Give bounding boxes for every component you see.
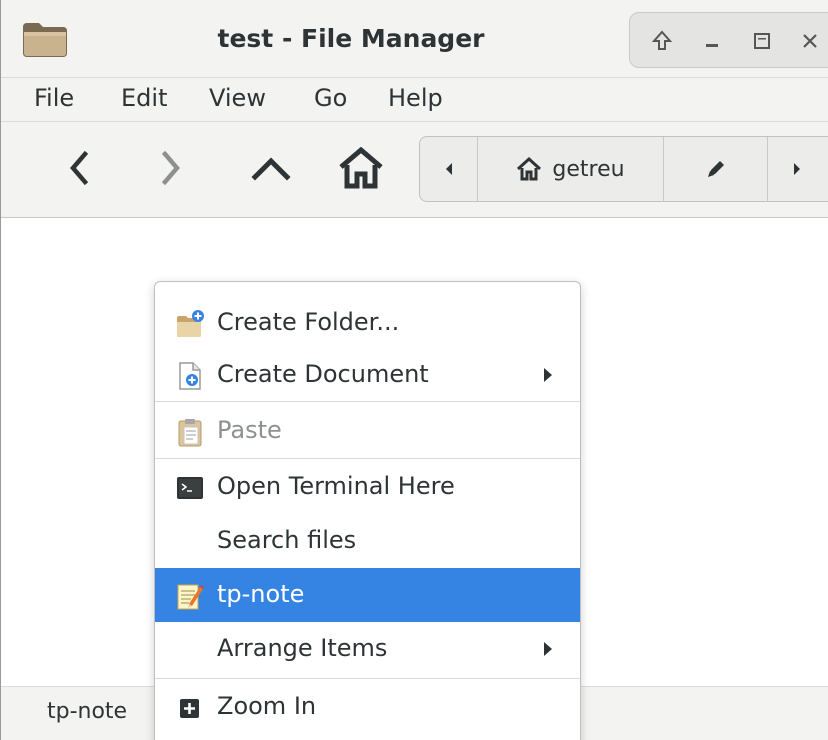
menu-file[interactable]: File (34, 84, 74, 112)
menu-item-paste[interactable]: Paste (155, 404, 580, 458)
pencil-icon (707, 161, 724, 177)
parent-folder-button[interactable] (241, 138, 301, 198)
menu-item-search-files[interactable]: Search files (155, 514, 580, 568)
menu-item-label: Create Folder... (217, 308, 400, 336)
tp-note-icon (175, 581, 205, 611)
triangle-right-icon (794, 163, 800, 175)
back-arrow-icon (70, 150, 89, 186)
menu-item-tp-note[interactable]: tp-note (155, 568, 580, 622)
path-bar: getreu (419, 136, 828, 202)
title-bar[interactable]: test - File Manager (1, 0, 828, 78)
folder-icon (21, 19, 69, 59)
minimize-icon[interactable] (692, 21, 732, 61)
menu-separator (155, 678, 580, 679)
forward-arrow-icon (161, 150, 180, 186)
menu-item-arrange-items[interactable]: Arrange Items (155, 622, 580, 676)
file-manager-window: test - File Manager File Edit View Go He… (0, 0, 828, 740)
menu-edit[interactable]: Edit (121, 84, 167, 112)
menu-item-label: Zoom In (217, 692, 317, 720)
back-button[interactable] (49, 138, 109, 198)
up-icon[interactable] (642, 21, 682, 61)
menu-help[interactable]: Help (388, 84, 443, 112)
menu-view[interactable]: View (209, 84, 266, 112)
menu-item-zoom-in[interactable]: Zoom In (155, 680, 580, 734)
path-edit-button[interactable] (664, 137, 768, 201)
path-scroll-left-button[interactable] (420, 137, 478, 201)
menu-separator (155, 401, 580, 402)
menu-item-label: Search files (217, 526, 357, 554)
menu-bar: File Edit View Go Help (1, 78, 828, 122)
paste-icon (175, 417, 205, 447)
close-icon[interactable] (790, 21, 828, 61)
terminal-icon (175, 473, 205, 503)
status-text: tp-note (47, 699, 128, 724)
menu-item-open-terminal[interactable]: Open Terminal Here (155, 460, 580, 514)
menu-item-label: Arrange Items (217, 634, 388, 662)
forward-button[interactable] (141, 138, 201, 198)
toolbar: getreu (1, 122, 828, 218)
create-folder-icon (175, 309, 205, 339)
menu-item-create-document[interactable]: Create Document (155, 348, 580, 402)
menu-item-label: Create Document (217, 360, 429, 388)
window-controls (629, 12, 828, 68)
path-home-button[interactable]: getreu (478, 137, 664, 201)
menu-item-label: tp-note (217, 580, 305, 608)
path-home-label: getreu (552, 156, 625, 182)
window-title: test - File Manager (217, 24, 485, 53)
home-icon (517, 157, 542, 181)
menu-separator (155, 458, 580, 459)
menu-go[interactable]: Go (314, 84, 347, 112)
parent-folder-icon (251, 157, 291, 181)
home-icon (339, 147, 383, 189)
zoom-in-icon (175, 693, 205, 723)
context-menu: Create Folder... Create Document Paste O… (154, 281, 581, 740)
menu-item-label: Open Terminal Here (217, 472, 455, 500)
triangle-left-icon (445, 163, 452, 175)
submenu-arrow-icon (544, 642, 552, 656)
path-scroll-right-button[interactable] (768, 137, 826, 201)
menu-item-create-folder[interactable]: Create Folder... (155, 296, 580, 350)
home-button[interactable] (331, 138, 391, 198)
maximize-icon[interactable] (742, 21, 782, 61)
submenu-arrow-icon (544, 368, 552, 382)
menu-item-label: Paste (217, 416, 282, 444)
create-document-icon (175, 361, 205, 391)
